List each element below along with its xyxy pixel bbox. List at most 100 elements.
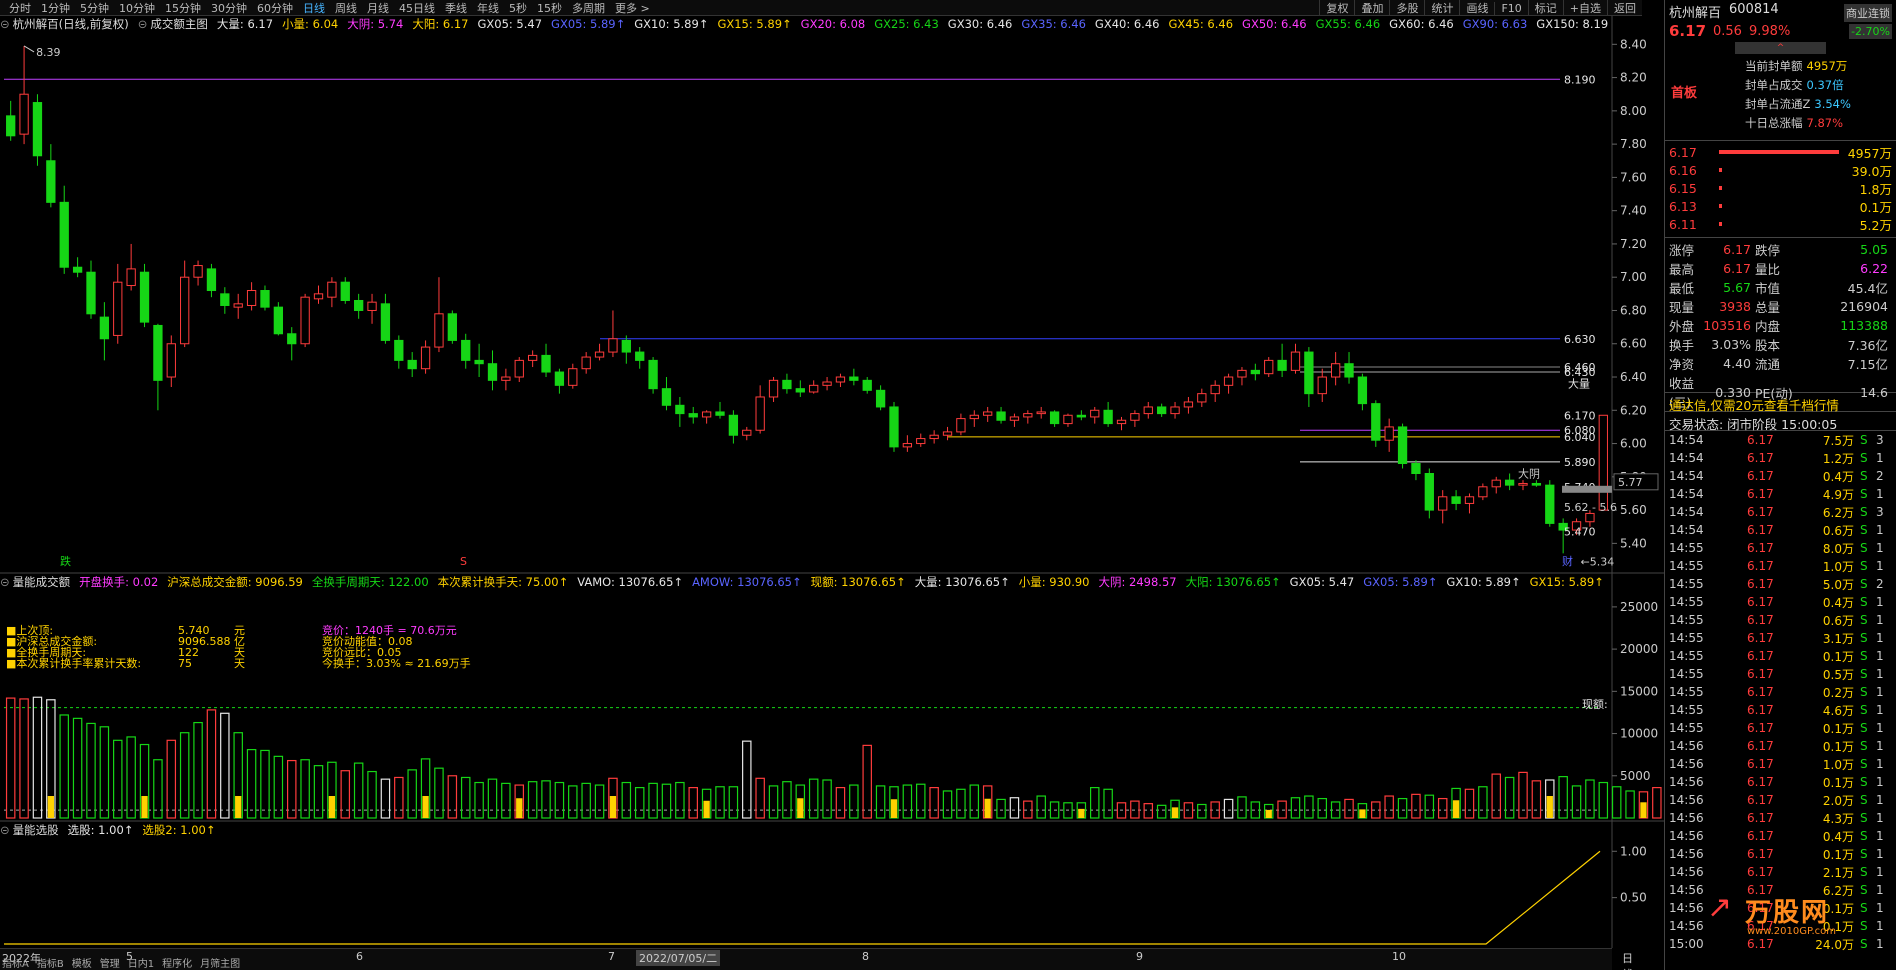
tick-row: 14:54 6.17 0.4万 S 2 — [1665, 467, 1896, 485]
tick-count: 1 — [1876, 703, 1884, 717]
volume-bar — [1491, 773, 1501, 819]
indicator-tab[interactable]: 月筛主图 — [200, 960, 240, 970]
price-tick-label: 5.40 — [1620, 536, 1647, 550]
stat-value: 4.40 — [1723, 356, 1751, 371]
stat-key: 最低 — [1669, 281, 1695, 296]
stat-value: 3.03% — [1711, 337, 1751, 352]
price-tick-label: 6.40 — [1620, 370, 1647, 384]
indicator-tab[interactable]: 管理 — [100, 960, 120, 970]
period-tab[interactable]: 更多 > — [610, 0, 655, 16]
period-tab[interactable]: 周线 — [330, 0, 362, 16]
watermark-icon: ↗ — [1707, 890, 1733, 925]
tick-time: 14:54 — [1669, 505, 1704, 519]
tick-price: 6.17 — [1747, 685, 1774, 699]
period-tab[interactable]: 45日线 — [394, 0, 440, 16]
industry-tag[interactable]: 商业连锁 — [1844, 4, 1892, 22]
tool-button[interactable]: 多股 — [1389, 0, 1424, 16]
candle — [340, 277, 350, 304]
period-tab[interactable]: 1分钟 — [36, 0, 75, 16]
tick-time: 14:55 — [1669, 595, 1704, 609]
candle — [635, 347, 645, 369]
tick-row: 14:55 6.17 0.1万 S 1 — [1665, 719, 1896, 737]
period-tab[interactable]: 5分钟 — [75, 0, 114, 16]
tool-button[interactable]: 画线 — [1459, 0, 1494, 16]
period-toolbar: 分时 1分钟 5分钟 10分钟 15分钟 30分钟 60分钟 日线 周线 月线 45日线 季线 年线 5秒… — [0, 0, 1642, 16]
quote-stats: 涨停 6.17 跌停 5.05 最高 6.17 量比 6.22 最低 5.67 市值 45.4亿 现量 3… — [1665, 237, 1896, 410]
period-tab[interactable]: 15分钟 — [160, 0, 206, 16]
volume-bar-fill — [1546, 796, 1553, 818]
tool-button[interactable]: 叠加 — [1354, 0, 1389, 16]
period-tab[interactable]: 年线 — [472, 0, 504, 16]
tick-count: 1 — [1876, 829, 1884, 843]
auction-info: 今换手：3.03% ≈ 21.69万手 — [322, 656, 471, 670]
period-tab[interactable]: 分时 — [4, 0, 36, 16]
tick-volume: 8.0万 — [1822, 541, 1854, 556]
candle — [514, 357, 524, 383]
tick-time: 14:55 — [1669, 613, 1704, 627]
order-book: 6.17 4957万 6.16 39.0万 6.15 1.8万 6.13 0.1万 6.11 5.… — [1665, 140, 1896, 233]
tick-volume: 0.5万 — [1822, 667, 1854, 682]
tick-count: 1 — [1876, 775, 1884, 789]
volume-bar — [273, 755, 284, 819]
kline-chart-area[interactable]: 8.40 8.20 8.00 7.80 7.60 7.40 7.20 7.00 6.80 6.60… — [0, 16, 1664, 948]
seal-row: 封单占成交 0.37倍 — [1745, 77, 1844, 93]
period-label[interactable]: 日线 — [1622, 950, 1633, 970]
tick-row: 14:56 6.17 0.4万 S 1 — [1665, 827, 1896, 845]
stat-key: 净资 — [1669, 357, 1695, 372]
period-tab[interactable]: 30分钟 — [206, 0, 252, 16]
period-tab[interactable]: 60分钟 — [252, 0, 298, 16]
tick-price: 6.17 — [1747, 541, 1774, 555]
volume-bar — [1571, 785, 1582, 819]
tick-side: S — [1860, 559, 1868, 573]
expand-icon[interactable]: ^ — [1735, 42, 1826, 54]
tick-price: 6.17 — [1747, 721, 1774, 735]
indicator-tab[interactable]: 模板 — [72, 960, 92, 970]
tick-time: 14:56 — [1669, 775, 1704, 789]
tool-button[interactable]: 复权 — [1319, 0, 1354, 16]
indicator-tab[interactable]: 指标B — [37, 960, 64, 970]
watermark-url: www.2010GP.com — [1747, 926, 1837, 937]
tick-price: 6.17 — [1747, 811, 1774, 825]
tool-button[interactable]: 返回 — [1607, 0, 1642, 16]
tick-side: S — [1860, 451, 1868, 465]
vol-tick-label: 10000 — [1620, 727, 1658, 741]
candle — [1411, 460, 1421, 481]
volume-bar — [86, 722, 96, 819]
indicator-tab[interactable]: 日内1 — [128, 960, 154, 970]
price-tick-label: 5.60 — [1620, 503, 1647, 517]
tick-list: 14:54 6.17 7.5万 S 3 14:54 6.17 1.2万 S 1 14:54 6.17 0… — [1665, 430, 1896, 953]
candle — [1504, 473, 1515, 491]
tick-volume: 0.4万 — [1822, 595, 1854, 610]
period-tab[interactable]: 月线 — [362, 0, 394, 16]
tool-button[interactable]: 统计 — [1424, 0, 1459, 16]
candle — [661, 377, 672, 411]
vol-tick-label: 25000 — [1620, 600, 1658, 614]
candle — [287, 327, 297, 361]
tick-side: S — [1860, 757, 1868, 771]
volume-bar — [340, 770, 351, 819]
tick-row: 14:55 6.17 5.0万 S 2 — [1665, 575, 1896, 593]
candle — [862, 377, 872, 394]
volume-bar — [969, 784, 980, 819]
quote-panel: 杭州解百 600814 6.17 0.56 9.98% 商业连锁 -2.70% ^ 首板 当前封单… — [1664, 0, 1896, 970]
period-tab[interactable]: 10分钟 — [114, 0, 160, 16]
period-tab[interactable]: 日线 — [298, 0, 330, 16]
period-tab[interactable]: 15秒 — [532, 0, 567, 16]
candle — [233, 293, 243, 319]
tool-button[interactable]: +自选 — [1562, 0, 1607, 16]
tick-row: 14:55 6.17 0.6万 S 1 — [1665, 611, 1896, 629]
volume-bar — [193, 721, 203, 819]
candle — [701, 410, 712, 424]
indicator-tab[interactable]: 指标A — [2, 960, 29, 970]
daliang-label: 大量 — [1568, 377, 1590, 391]
volume-bar — [956, 788, 966, 819]
indicator-tab[interactable]: 程序化 — [162, 960, 192, 970]
period-tab[interactable]: 5秒 — [504, 0, 532, 16]
period-tab[interactable]: 多周期 — [567, 0, 610, 16]
tick-count: 2 — [1876, 577, 1884, 591]
period-tab[interactable]: 季线 — [440, 0, 472, 16]
tick-time: 14:55 — [1669, 631, 1704, 645]
candle — [1290, 343, 1301, 374]
tool-button[interactable]: 标记 — [1527, 0, 1563, 16]
tool-button[interactable]: F10 — [1494, 1, 1527, 15]
